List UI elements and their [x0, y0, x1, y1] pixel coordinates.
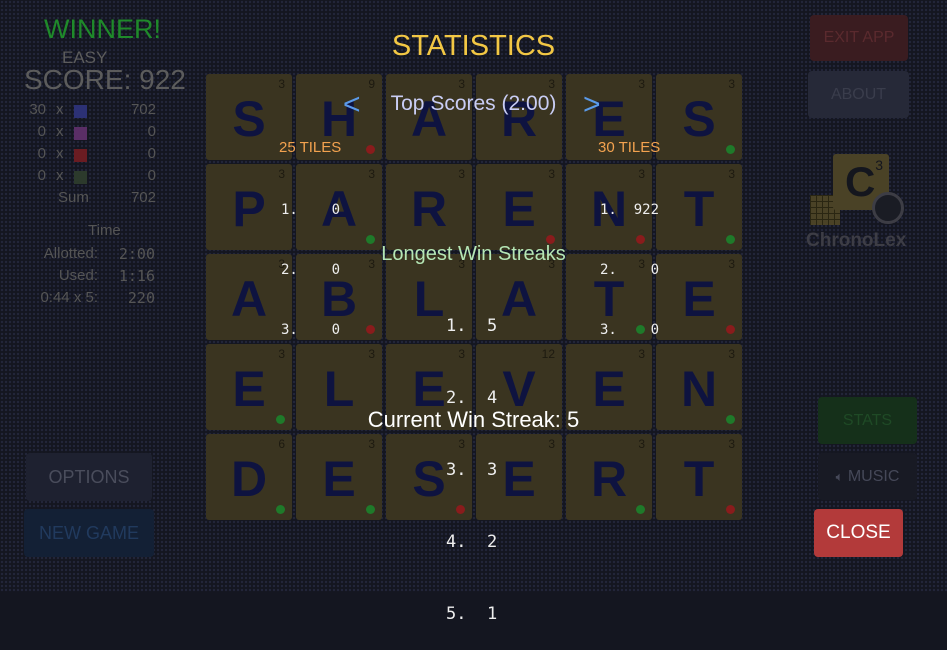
tile-points: 3 [548, 167, 555, 181]
tile-points: 9 [368, 77, 375, 91]
tile-points: 3 [638, 77, 645, 91]
board-tile[interactable]: E3 [656, 254, 742, 340]
list-item: 1. 922 [600, 202, 660, 218]
new-game-button[interactable]: NEW GAME [24, 509, 154, 557]
tile-points: 3 [458, 167, 465, 181]
board-tile[interactable]: D6 [206, 434, 292, 520]
statistics-title: STATISTICS [391, 30, 556, 62]
board-tile[interactable]: R3 [566, 434, 652, 520]
clock-icon [872, 192, 904, 224]
board-tile[interactable]: A3 [386, 74, 472, 160]
board-tile[interactable]: R3 [386, 164, 472, 250]
list-item: 4. 2 [446, 532, 498, 552]
tile-points: 3 [728, 167, 735, 181]
time-row: 0:44 x 5: 220 [40, 289, 155, 307]
tile-points: 6 [278, 437, 285, 451]
board-tile[interactable]: E3 [476, 164, 562, 250]
board-tile[interactable]: R3 [476, 74, 562, 160]
tiles30-heading: 30 TILES [598, 139, 661, 156]
score-breakdown-row: 0x 0 [37, 145, 156, 162]
list-item: 1. 5 [446, 316, 498, 336]
tile-points: 3 [728, 437, 735, 451]
tiles25-heading: 25 TILES [279, 139, 342, 156]
top-scores-title: Top Scores (2:00) [390, 92, 557, 115]
longest-streaks-title: Longest Win Streaks [381, 243, 566, 265]
list-item: 3. 0 [281, 322, 341, 338]
score-breakdown-row: 0x 0 [37, 167, 156, 184]
options-button[interactable]: OPTIONS [26, 453, 152, 501]
tile-points: 3 [548, 437, 555, 451]
music-button[interactable]: 🔈︎ MUSIC [818, 453, 917, 500]
chronolex-logo: C 3 ChronoLex [806, 150, 916, 251]
tile-points: 3 [368, 347, 375, 361]
tile-dot [726, 145, 735, 154]
tile-points: 3 [728, 347, 735, 361]
score-breakdown-row: 0x 0 [37, 123, 156, 140]
next-arrow-icon[interactable]: > [583, 88, 601, 122]
tile-points: 3 [368, 437, 375, 451]
list-item: 3. 0 [600, 322, 660, 338]
music-button-label: MUSIC [847, 468, 900, 485]
speaker-icon: 🔈︎ [835, 469, 844, 484]
time-heading: Time [88, 222, 121, 239]
tile-dot [726, 505, 735, 514]
tile-points: 3 [728, 77, 735, 91]
list-item: 3. 3 [446, 460, 498, 480]
tile-dot [276, 505, 285, 514]
score-sum-row: Sum 702 [58, 189, 156, 206]
tile-dot [366, 325, 375, 334]
tile-points: 3 [278, 77, 285, 91]
time-row: Used: 1:16 [58, 267, 155, 285]
list-item: 1. 0 [281, 202, 341, 218]
tile-dot [366, 145, 375, 154]
close-button[interactable]: CLOSE [814, 509, 903, 557]
board-tile[interactable]: A3 [206, 254, 292, 340]
tile-color-swatch [74, 149, 87, 162]
tile-dot [726, 325, 735, 334]
tile-points: 3 [548, 77, 555, 91]
tile-points: 3 [638, 437, 645, 451]
tile-dot [636, 505, 645, 514]
board-tile[interactable]: E3 [296, 434, 382, 520]
tile-points: 12 [541, 347, 555, 361]
board-tile[interactable]: T3 [656, 434, 742, 520]
list-item: 5. 1 [446, 604, 498, 624]
board-tile[interactable]: T3 [656, 164, 742, 250]
tile-points: 3 [458, 77, 465, 91]
tile-points: 3 [368, 167, 375, 181]
tile-dot [366, 505, 375, 514]
board-tile[interactable]: P3 [206, 164, 292, 250]
current-win-streak: Current Win Streak: 5 [367, 407, 580, 432]
board-tile[interactable]: S3 [656, 74, 742, 160]
streaks-list: 1. 5 2. 4 3. 3 4. 2 5. 1 [446, 266, 497, 650]
tile-color-swatch [74, 127, 87, 140]
tile-color-swatch [74, 171, 87, 184]
